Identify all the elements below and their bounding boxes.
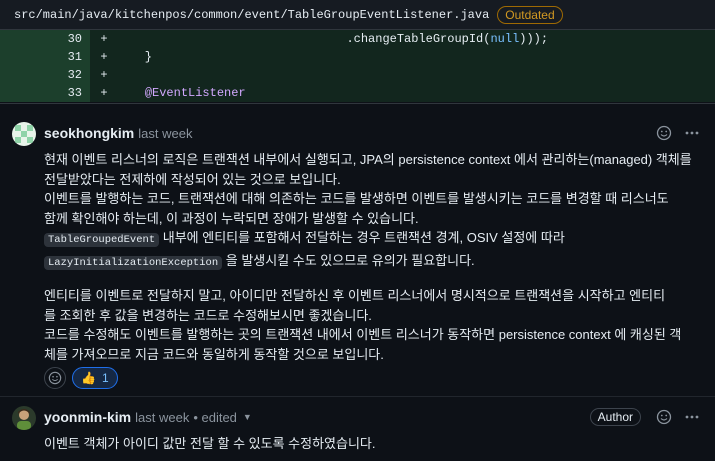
diff-sign: + — [100, 32, 108, 46]
code-line: .changeTableGroupId(null))); — [116, 32, 549, 46]
comment-text-fragment: 내부에 엔티티를 포함해서 전달하는 경우 트랜잭션 경계, OSIV 설정에 … — [159, 230, 565, 245]
diff-sign: + — [100, 86, 108, 100]
triangle-down-icon[interactable]: ▼ — [243, 412, 252, 422]
line-number: 30 — [67, 32, 82, 46]
author-name[interactable]: seokhongkim — [44, 125, 134, 141]
line-number: 33 — [67, 86, 82, 100]
avatar[interactable] — [12, 406, 36, 430]
file-path[interactable]: src/main/java/kitchenpos/common/event/Ta… — [14, 8, 489, 22]
comment-text-line: 엔티티를 이벤트로 전달하지 말고, 아이디만 전달하신 후 이벤트 리스너에서… — [44, 288, 666, 303]
avatar[interactable] — [12, 122, 36, 146]
comment-text-line: 체를 가져오므로 지금 코드와 동일하게 동작할 것으로 보입니다. — [44, 346, 384, 362]
kebab-horizontal-icon[interactable] — [683, 408, 701, 426]
diff-sign: + — [100, 50, 108, 64]
diff-sign: + — [100, 68, 108, 82]
author-badge: Author — [589, 408, 641, 426]
diff-line: 30 + .changeTableGroupId(null))); — [0, 30, 715, 48]
author-name[interactable]: yoonmin-kim — [44, 409, 131, 425]
comment-header: yoonmin-kim last week • edited ▼ — [44, 407, 252, 427]
diff-line: 32 + — [0, 66, 715, 84]
thumbs-up-reaction[interactable]: 👍 1 — [72, 367, 118, 389]
edited-indicator[interactable]: • edited — [193, 410, 237, 425]
divider — [0, 396, 715, 397]
comment-text-line: 전달받았다는 전제하에 작성되어 있는 것으로 보입니다. — [44, 171, 341, 187]
line-number: 32 — [67, 68, 82, 82]
diff-hunk: 30 + .changeTableGroupId(null))); 31 + }… — [0, 30, 715, 102]
comment-text-line: 를 조회한 후 값을 변경하는 코드로 수정해보시면 좋겠습니다. — [44, 307, 372, 323]
thumbs-up-icon: 👍 — [81, 371, 96, 385]
diff-line: 33 + @EventListener — [0, 84, 715, 102]
code-line: } — [116, 50, 153, 64]
comment-text-line: 현재 이벤트 리스너의 로직은 트랜잭션 내부에서 실행되고, JPA의 per… — [44, 152, 692, 167]
timestamp[interactable]: last week — [138, 126, 192, 141]
comment-text-fragment: 을 발생시킬 수도 있으므로 유의가 필요합니다. — [222, 252, 475, 268]
comment-body: 현재 이벤트 리스너의 로직은 트랜잭션 내부에서 실행되고, JPA의 per… — [44, 150, 704, 364]
comment-body: 이벤트 객체가 아이디 값만 전달 할 수 있도록 수정하였습니다. — [44, 434, 704, 454]
reactions-bar: 👍 1 — [44, 367, 118, 389]
comment-text-line: 함께 확인해야 하는데, 이 과정이 누락되면 장애가 발생할 수 있습니다. — [44, 210, 419, 226]
diff-line: 31 + } — [0, 48, 715, 66]
comment-text-line: 이벤트를 발행하는 코드, 트랜잭션에 대해 의존하는 코드를 발생하면 이벤트… — [44, 191, 669, 206]
timestamp[interactable]: last week — [135, 410, 189, 425]
comment-header: seokhongkim last week — [44, 123, 192, 143]
line-number: 31 — [67, 50, 82, 64]
comment-text-line: 코드를 수정해도 이벤트를 발행하는 곳의 트랜잭션 내에서 이벤트 리스너가 … — [44, 327, 682, 342]
outdated-badge: Outdated — [497, 5, 563, 24]
inline-code: LazyInitializationException — [44, 255, 223, 270]
reaction-count: 1 — [101, 371, 109, 385]
file-header: src/main/java/kitchenpos/common/event/Ta… — [0, 0, 715, 30]
code-line: @EventListener — [144, 86, 246, 100]
inline-code: TableGroupedEvent — [44, 233, 160, 247]
smiley-icon[interactable] — [655, 124, 673, 142]
smiley-icon[interactable] — [655, 408, 673, 426]
add-reaction-button[interactable] — [44, 367, 66, 389]
review-thread: seokhongkim last week 현재 이벤트 리스너의 로직은 트랜… — [0, 103, 715, 461]
kebab-horizontal-icon[interactable] — [683, 124, 701, 142]
comment-text-line: 이벤트 객체가 아이디 값만 전달 할 수 있도록 수정하였습니다. — [44, 436, 376, 451]
